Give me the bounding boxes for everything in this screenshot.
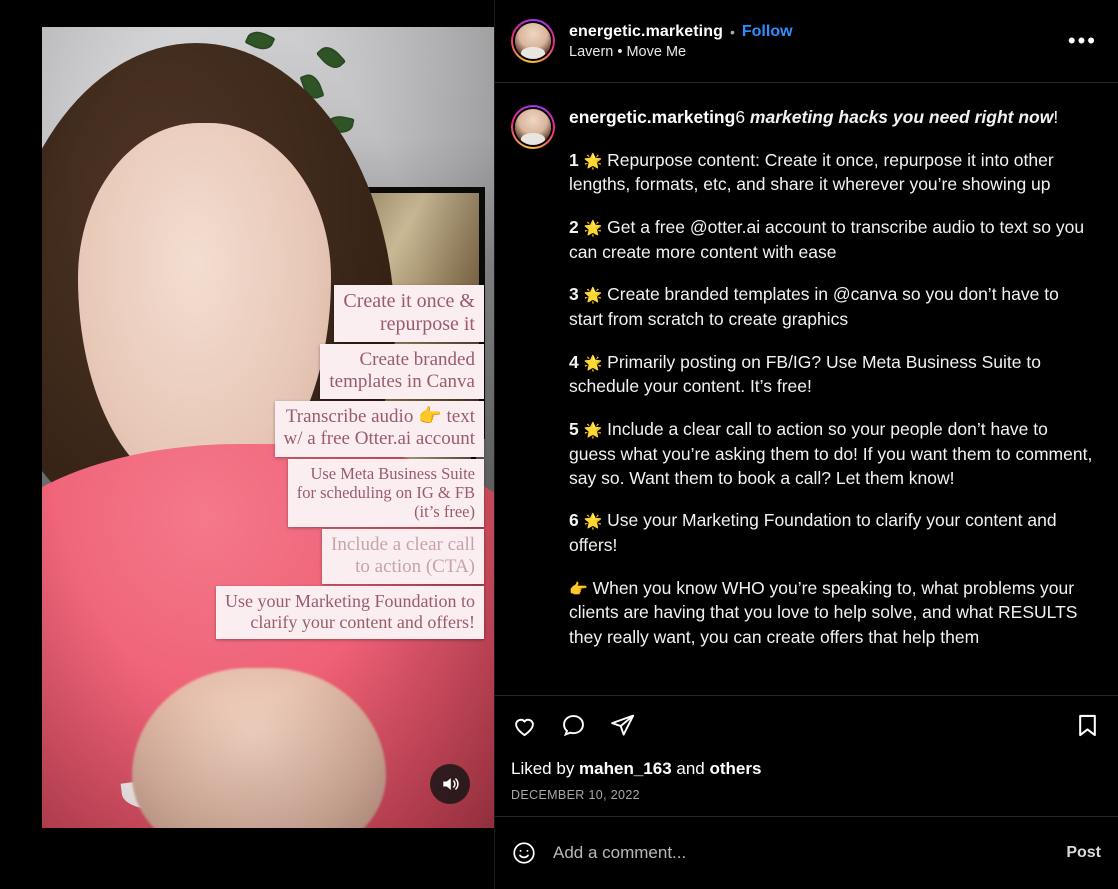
star-icon: 🌟 <box>583 152 603 170</box>
caption-title-end: ! <box>1053 107 1059 127</box>
caption-title-emphasis: marketing hacks you need right now <box>749 107 1054 127</box>
liked-prefix: Liked by <box>511 759 580 778</box>
item-number: 3 <box>569 284 579 305</box>
item-text: Create branded templates in @canva so yo… <box>569 284 1059 329</box>
caption-scroll-area[interactable]: energetic.marketing6 marketing hacks you… <box>495 83 1118 696</box>
comment-bar: Post <box>495 817 1118 889</box>
liked-middle: and <box>671 759 710 778</box>
video-frame[interactable]: Create it once & repurpose it Create bra… <box>42 27 494 828</box>
share-button[interactable] <box>609 712 636 739</box>
comment-button[interactable] <box>560 712 587 739</box>
caption-username[interactable]: energetic.marketing <box>569 107 735 127</box>
caption-closing: 👉 When you know WHO you’re speaking to, … <box>569 576 1093 649</box>
video-caption: Transcribe audio 👉 text w/ a free Otter.… <box>274 401 484 457</box>
item-number: 2 <box>569 216 579 237</box>
video-caption-overlays: Create it once & repurpose it Create bra… <box>216 285 484 639</box>
star-icon: 🌟 <box>583 287 603 305</box>
star-icon: 🌟 <box>583 421 603 439</box>
item-number: 6 <box>569 510 579 531</box>
liked-username[interactable]: mahen_163 <box>579 759 672 778</box>
header-separator: • <box>729 23 735 40</box>
post-comment-button[interactable]: Post <box>1066 844 1101 862</box>
caption-list-item: 4 🌟 Primarily posting on FB/IG? Use Meta… <box>569 350 1093 399</box>
post-header: energetic.marketing • Follow Lavern • Mo… <box>495 0 1118 83</box>
caption-title: energetic.marketing6 marketing hacks you… <box>569 105 1093 129</box>
save-button[interactable] <box>1074 712 1101 739</box>
caption-list-item: 5 🌟 Include a clear call to action so yo… <box>569 417 1093 490</box>
video-caption: Use Meta Business Suite for scheduling o… <box>287 458 484 527</box>
comment-input[interactable] <box>551 842 1053 864</box>
post-sidebar: energetic.marketing • Follow Lavern • Mo… <box>494 0 1118 889</box>
item-number: 1 <box>569 149 579 170</box>
video-panel[interactable]: Create it once & repurpose it Create bra… <box>0 0 494 889</box>
caption-list-item: 3 🌟 Create branded templates in @canva s… <box>569 282 1093 331</box>
caption-list-item: 1 🌟 Repurpose content: Create it once, r… <box>569 148 1093 197</box>
item-number: 4 <box>569 351 579 372</box>
follow-button[interactable]: Follow <box>742 23 793 41</box>
video-caption: Create it once & repurpose it <box>334 285 484 343</box>
item-text: Use your Marketing Foundation to clarify… <box>569 510 1057 556</box>
header-username[interactable]: energetic.marketing <box>569 23 723 41</box>
like-button[interactable] <box>511 712 538 739</box>
video-caption: Use your Marketing Foundation to clarify… <box>216 585 484 639</box>
item-text: Get a free @otter.ai account to transcri… <box>569 216 1085 262</box>
avatar[interactable] <box>511 19 555 63</box>
star-icon: 🌟 <box>583 219 603 237</box>
emoji-smiley-icon[interactable] <box>511 840 537 866</box>
more-options-icon[interactable]: ••• <box>1064 28 1101 54</box>
instagram-post: Create it once & repurpose it Create bra… <box>0 0 1118 889</box>
liked-others[interactable]: others <box>709 759 761 778</box>
caption-title-plain: 6 <box>735 107 750 127</box>
item-text: Repurpose content: Create it once, repur… <box>569 149 1054 195</box>
item-text: Primarily posting on FB/IG? Use Meta Bus… <box>569 351 1041 397</box>
caption-list-item: 2 🌟 Get a free @otter.ai account to tran… <box>569 215 1093 264</box>
pointing-hand-icon: 👉 <box>569 580 588 598</box>
star-icon: 🌟 <box>583 354 603 372</box>
volume-on-icon[interactable] <box>430 764 470 804</box>
closing-text: When you know WHO you’re speaking to, wh… <box>569 577 1078 647</box>
video-caption: Create branded templates in Canva <box>320 344 484 400</box>
item-number: 5 <box>569 418 579 439</box>
star-icon: 🌟 <box>583 513 603 531</box>
item-text: Include a clear call to action so your p… <box>569 418 1093 488</box>
post-actions: Liked by mahen_163 and others DECEMBER 1… <box>495 696 1118 817</box>
post-date: DECEMBER 10, 2022 <box>511 788 640 802</box>
caption-avatar[interactable] <box>511 105 555 149</box>
caption-text: energetic.marketing6 marketing hacks you… <box>569 105 1093 649</box>
video-caption: Include a clear call to action (CTA) <box>322 528 484 584</box>
likes-summary: Liked by mahen_163 and others <box>511 759 1101 779</box>
caption-list-item: 6 🌟 Use your Marketing Foundation to cla… <box>569 508 1093 557</box>
header-subtitle[interactable]: Lavern • Move Me <box>569 44 793 60</box>
